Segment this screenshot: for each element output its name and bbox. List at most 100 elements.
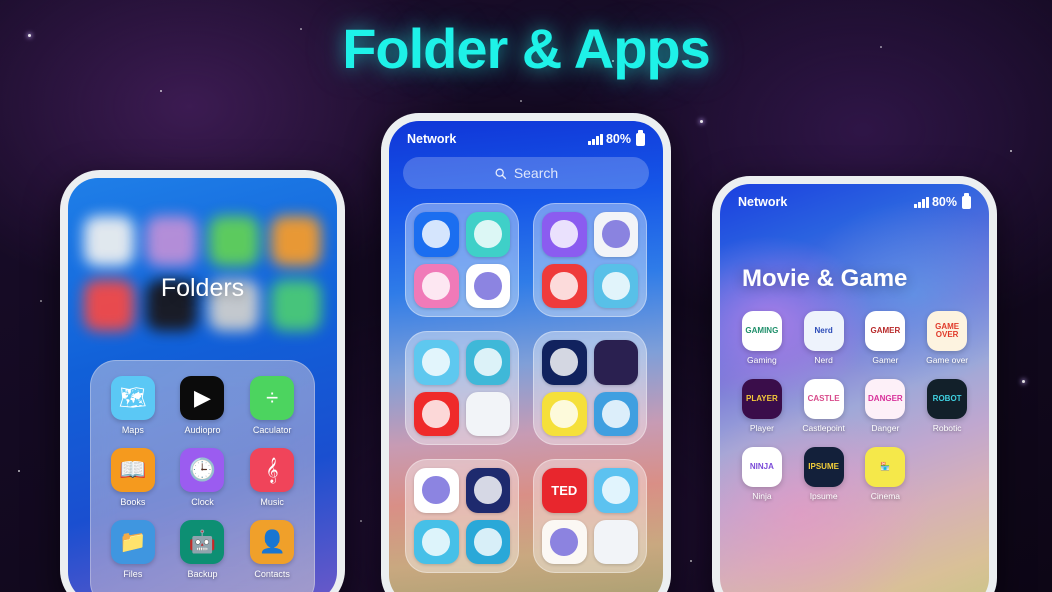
folder-2[interactable] xyxy=(533,203,647,317)
app-cell[interactable]: NINJA Ninja xyxy=(734,447,790,501)
app-label: Caculator xyxy=(252,425,292,435)
rocket-sky-icon[interactable] xyxy=(593,468,638,513)
icon-glyph xyxy=(601,220,630,249)
battery-icon xyxy=(636,130,645,146)
shark-blue-icon[interactable] xyxy=(593,263,638,308)
heart-swirl-icon[interactable] xyxy=(542,519,587,564)
app-label: Gamer xyxy=(872,355,899,365)
gamer-bat-icon[interactable]: GAMER xyxy=(865,311,906,351)
signal-bars-icon xyxy=(914,196,929,208)
mini-apps-icon[interactable] xyxy=(465,391,510,436)
icon-glyph xyxy=(550,348,579,377)
nerd-gamepad-icon[interactable]: Nerd xyxy=(803,311,844,351)
blurred-app-icon xyxy=(208,216,259,267)
signal-bars-icon xyxy=(588,133,603,145)
ninja-icon[interactable]: NINJA xyxy=(741,447,782,487)
backup-icon[interactable]: 🤖 xyxy=(180,520,225,564)
maps-icon[interactable]: 🗺 xyxy=(110,376,155,420)
icon-glyph xyxy=(550,399,579,428)
phone-left: Folders 🗺 Maps ▶ Audiopro ÷ Caculator 📖 Books 🕒 C… xyxy=(60,170,345,592)
icon-glyph xyxy=(601,271,630,300)
app-cell[interactable]: 𝄞 Music xyxy=(239,448,305,507)
search-icon xyxy=(495,168,506,179)
app-cell[interactable]: 🤖 Backup xyxy=(170,520,236,579)
lingokids-icon[interactable] xyxy=(465,340,510,385)
gaming-lion-icon[interactable]: GAMING xyxy=(741,311,782,351)
app-cell[interactable]: 🗺 Maps xyxy=(100,376,166,435)
audiopro-icon[interactable]: ▶ xyxy=(180,376,225,420)
smile-yellow-icon[interactable] xyxy=(542,391,587,436)
folder-6[interactable]: TED xyxy=(533,459,647,573)
right-app-grid: GAMING Gaming Nerd Nerd GAMER Gamer GAME OVER G… xyxy=(720,293,989,501)
kaka-icon[interactable] xyxy=(414,391,459,436)
star-pink-icon[interactable] xyxy=(414,263,459,308)
center-statusbar: Network 80% xyxy=(389,121,663,150)
app-label: Danger xyxy=(871,423,900,433)
app-cell[interactable]: 🏪 Cinema xyxy=(858,447,914,501)
m-colorful-icon[interactable] xyxy=(414,468,459,513)
folder-1[interactable] xyxy=(405,203,519,317)
app-cell[interactable]: Nerd Nerd xyxy=(796,311,852,365)
app-cell[interactable]: 📖 Books xyxy=(100,448,166,507)
page-title: Folder & Apps xyxy=(342,17,711,80)
app-cell[interactable]: ROBOT Robotic xyxy=(919,379,975,433)
cat-purple-icon[interactable] xyxy=(542,212,587,257)
monster-truck-icon[interactable] xyxy=(465,519,510,564)
app-cell[interactable]: CASTLE Castlepoint xyxy=(796,379,852,433)
folder-4[interactable] xyxy=(533,331,647,445)
kinemaster-k-icon[interactable] xyxy=(542,263,587,308)
game-over-icon[interactable]: GAME OVER xyxy=(927,311,968,351)
left-home-title: Folders xyxy=(160,274,245,302)
piano-kids-icon[interactable] xyxy=(414,519,459,564)
grid-apps-icon[interactable] xyxy=(593,340,638,385)
blurred-app-icon xyxy=(84,216,135,267)
blurred-app-icon xyxy=(146,216,197,267)
app-label: Ipsume xyxy=(809,491,838,501)
books-icon[interactable]: 📖 xyxy=(110,448,155,492)
mini-apps-2-icon[interactable] xyxy=(593,519,638,564)
danger-icon[interactable]: DANGER xyxy=(865,379,906,419)
app-label: Nerd xyxy=(814,355,833,365)
app-label: Backup xyxy=(187,569,218,579)
ipsume-icon[interactable]: IPSUME xyxy=(803,447,844,487)
camera-2022-icon[interactable] xyxy=(593,212,638,257)
castlepoint-icon[interactable]: CASTLE xyxy=(803,379,844,419)
app-cell[interactable]: PLAYER Player xyxy=(734,379,790,433)
folder-3[interactable] xyxy=(405,331,519,445)
player-icon[interactable]: PLAYER xyxy=(741,379,782,419)
files-icon[interactable]: 📁 xyxy=(110,520,155,564)
app-cell[interactable]: GAME OVER Game over xyxy=(919,311,975,365)
battery-percent-label: 80% xyxy=(931,195,957,209)
app-cell[interactable]: 📁 Files xyxy=(100,520,166,579)
folder-5[interactable] xyxy=(405,459,519,573)
app-cell[interactable]: 🕒 Clock xyxy=(170,448,236,507)
app-cell[interactable]: IPSUME Ipsume xyxy=(796,447,852,501)
app-cell[interactable]: DANGER Danger xyxy=(858,379,914,433)
icon-glyph xyxy=(473,476,502,505)
music-icon[interactable]: 𝄞 xyxy=(250,448,295,492)
app-cell[interactable]: GAMER Gamer xyxy=(858,311,914,365)
rocket-blue-icon[interactable] xyxy=(414,212,459,257)
robotic-icon[interactable]: ROBOT xyxy=(927,379,968,419)
app-cell[interactable]: 👤 Contacts xyxy=(239,520,305,579)
songs-fish-icon[interactable] xyxy=(593,391,638,436)
search-placeholder: Search xyxy=(513,165,559,181)
ted-icon[interactable]: TED xyxy=(542,468,587,513)
calculator-icon[interactable]: ÷ xyxy=(250,376,295,420)
contacts-icon[interactable]: 👤 xyxy=(250,520,295,564)
search-input[interactable]: Search xyxy=(403,157,649,189)
cinema-icon[interactable]: 🏪 xyxy=(865,447,906,487)
app-cell[interactable]: ÷ Caculator xyxy=(239,376,305,435)
tetris-icon[interactable] xyxy=(465,468,510,513)
app-cell[interactable]: GAMING Gaming xyxy=(734,311,790,365)
app-label: Game over xyxy=(926,355,969,365)
left-screen: Folders 🗺 Maps ▶ Audiopro ÷ Caculator 📖 Books 🕒 C… xyxy=(68,178,337,592)
app-cell[interactable]: ▶ Audiopro xyxy=(170,376,236,435)
clock-icon[interactable]: 🕒 xyxy=(180,448,225,492)
p-chat-icon[interactable] xyxy=(542,340,587,385)
battery-percent-label: 80% xyxy=(605,132,631,146)
left-folder-panel: 🗺 Maps ▶ Audiopro ÷ Caculator 📖 Books 🕒 Clock 𝄞 Mus… xyxy=(90,360,315,592)
hat-character-icon[interactable] xyxy=(414,340,459,385)
swirl-white-icon[interactable] xyxy=(465,263,510,308)
rocket-teal-icon[interactable] xyxy=(465,212,510,257)
